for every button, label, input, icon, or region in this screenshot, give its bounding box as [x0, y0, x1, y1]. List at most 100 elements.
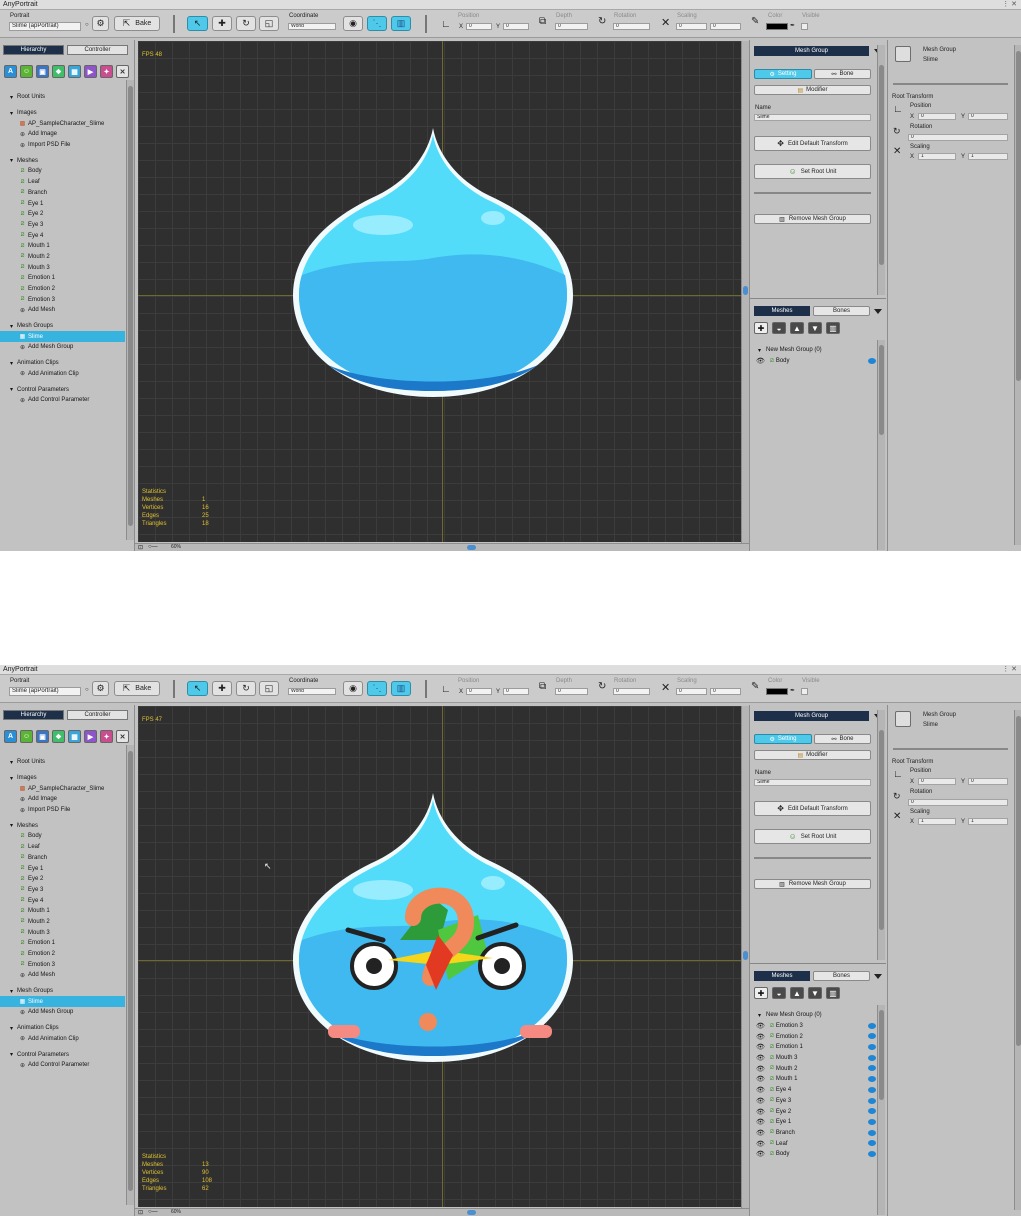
delete-icon[interactable]: ▥ — [826, 322, 840, 334]
move-up-icon[interactable]: ▲ — [790, 987, 804, 999]
visible-checkbox[interactable] — [801, 23, 808, 30]
coordinate-select[interactable]: World — [288, 23, 336, 30]
scrollbar-thumb[interactable] — [128, 751, 133, 1191]
eye-icon[interactable]: 👁 — [756, 1086, 766, 1094]
visibility-dot-icon[interactable] — [868, 1086, 876, 1093]
visibility-dot-icon[interactable] — [868, 1140, 876, 1147]
mesh-item[interactable]: ⧄ Eye 2 — [0, 209, 125, 220]
zoom-slider[interactable]: ○— — [148, 1209, 158, 1215]
zoom-slider[interactable]: ○— — [148, 544, 158, 550]
mesh-item[interactable]: ⧄ Emotion 2 — [0, 284, 125, 295]
name-field[interactable]: Slime — [754, 779, 871, 786]
move-down-icon[interactable]: ▼ — [808, 322, 822, 334]
list-item-image[interactable]: ▩ AP_SampleCharacter_Slime — [0, 783, 125, 794]
add-child-icon[interactable]: ✚ — [754, 987, 768, 999]
editor-canvas[interactable]: FPS 48 Statistics Meshes 1 Vertices 16 Edg… — [138, 41, 741, 542]
animation-filter-icon[interactable]: ▶ — [84, 65, 97, 78]
mesh-item[interactable]: ⧄ Eye 2 — [0, 874, 125, 885]
rotate-tool-button[interactable]: ↻ — [236, 16, 256, 31]
eye-icon[interactable]: 👁 — [756, 1075, 766, 1083]
rotation-field[interactable]: 0 — [613, 23, 650, 30]
mesh-child-item[interactable]: 👁 ⧄ Leaf — [756, 1138, 876, 1149]
mesh-item[interactable]: ⧄ Body — [0, 831, 125, 842]
mesh-item[interactable]: ⧄ Emotion 2 — [0, 949, 125, 960]
section-animation-clips[interactable]: ▾ Animation Clips — [0, 1023, 125, 1034]
section-animation-clips[interactable]: ▾ Animation Clips — [0, 358, 125, 369]
move-up-icon[interactable]: ▲ — [790, 322, 804, 334]
scale-x-field[interactable]: 1 — [918, 818, 956, 825]
mesh-item[interactable]: ⧄ Mouth 1 — [0, 241, 125, 252]
rotate-tool-button[interactable]: ↻ — [236, 681, 256, 696]
visibility-dot-icon[interactable] — [868, 1118, 876, 1125]
mesh-item[interactable]: ⧄ Eye 1 — [0, 198, 125, 209]
mesh-item[interactable]: ⧄ Mouth 3 — [0, 262, 125, 273]
mesh-item[interactable]: ⧄ Eye 1 — [0, 863, 125, 874]
add-animation-clip-button[interactable]: ⊕ Add Animation Clip — [0, 369, 125, 380]
mesh-item[interactable]: ⧄ Body — [0, 166, 125, 177]
select-tool-button[interactable]: ↖ — [187, 681, 208, 696]
visibility-dot-icon[interactable] — [868, 1150, 876, 1157]
add-image-button[interactable]: ⊕ Add Image — [0, 129, 125, 140]
add-mesh-button[interactable]: ⊕ Add Mesh — [0, 970, 125, 981]
portrait-picker-icon[interactable]: ○ — [85, 687, 89, 693]
edit-default-transform-button[interactable]: ✥ Edit Default Transform — [754, 801, 871, 816]
scrollbar-thumb[interactable] — [467, 1210, 476, 1215]
mesh-item[interactable]: ⧄ Mouth 1 — [0, 906, 125, 917]
scrollbar-thumb[interactable] — [1016, 716, 1021, 1046]
scrollbar-thumb[interactable] — [467, 545, 476, 550]
add-control-parameter-button[interactable]: ⊕ Add Control Parameter — [0, 1060, 125, 1071]
mesh-item[interactable]: ⧄ Mouth 3 — [0, 927, 125, 938]
tab-meshes[interactable]: Meshes — [754, 306, 810, 316]
mesh-list-scrollbar[interactable] — [877, 1005, 885, 1215]
bone-toggle[interactable]: ▥ — [391, 16, 411, 31]
eye-icon[interactable]: 👁 — [756, 1097, 766, 1105]
image-filter-icon[interactable]: ▣ — [36, 65, 49, 78]
clear-filter-icon[interactable]: ✕ — [116, 730, 129, 743]
add-child-icon[interactable]: ✚ — [754, 322, 768, 334]
mesh-group-item-slime[interactable]: ▦ Slime — [0, 331, 125, 343]
animation-filter-icon[interactable]: ▶ — [84, 730, 97, 743]
mesh-child-item[interactable]: 👁 ⧄ Body — [756, 356, 876, 367]
edit-default-transform-button[interactable]: ✥ Edit Default Transform — [754, 136, 871, 151]
mesh-item[interactable]: ⧄ Branch — [0, 188, 125, 199]
add-animation-clip-button[interactable]: ⊕ Add Animation Clip — [0, 1034, 125, 1045]
scale-x-field[interactable]: 0 — [676, 23, 707, 30]
tab-controller[interactable]: Controller — [67, 710, 128, 720]
mesh-item[interactable]: ⧄ Leaf — [0, 177, 125, 188]
scrollbar-thumb[interactable] — [743, 286, 748, 295]
scale-y-field[interactable]: 1 — [968, 153, 1008, 160]
visible-checkbox[interactable] — [801, 688, 808, 695]
depth-field[interactable]: 0 — [555, 23, 588, 30]
add-mesh-group-button[interactable]: ⊕ Add Mesh Group — [0, 342, 125, 353]
add-control-parameter-button[interactable]: ⊕ Add Control Parameter — [0, 395, 125, 406]
eye-icon[interactable]: 👁 — [756, 1054, 766, 1062]
pos-y-field[interactable]: 0 — [968, 778, 1008, 785]
root-unit-filter-icon[interactable]: ☺ — [20, 730, 33, 743]
visibility-dot-icon[interactable] — [868, 1033, 876, 1040]
settings-button[interactable]: ⚙ — [92, 681, 109, 696]
visibility-dot-icon[interactable] — [868, 1065, 876, 1072]
inspector-scrollbar[interactable] — [1014, 45, 1021, 545]
collapse-arrow-icon[interactable] — [874, 309, 882, 314]
add-image-button[interactable]: ⊕ Add Image — [0, 794, 125, 805]
section-mesh-groups[interactable]: ▾ Mesh Groups — [0, 986, 125, 997]
settings-button[interactable]: ⚙ — [92, 16, 109, 31]
scale-y-field[interactable]: 0 — [710, 688, 741, 695]
mesh-item[interactable]: ⧄ Emotion 1 — [0, 273, 125, 284]
onion-skin-button[interactable]: ◉ — [343, 681, 363, 696]
mesh-child-item[interactable]: 👁 ⧄ Body — [756, 1149, 876, 1160]
onion-skin-button[interactable]: ◉ — [343, 16, 363, 31]
modifier-button[interactable]: ▤ Modifier — [754, 85, 871, 95]
eye-icon[interactable]: 👁 — [756, 357, 766, 365]
section-images[interactable]: ▾ Images — [0, 773, 125, 784]
pos-x-field[interactable]: 0 — [466, 23, 492, 30]
pos-x-field[interactable]: 0 — [466, 688, 492, 695]
set-root-unit-button[interactable]: ☺ Set Root Unit — [754, 164, 871, 179]
portrait-select[interactable]: Slime (apPortrait) — [9, 687, 81, 696]
mesh-child-item[interactable]: 👁 ⧄ Eye 4 — [756, 1085, 876, 1096]
collapse-arrow-icon[interactable] — [874, 974, 882, 979]
hierarchy-scrollbar[interactable] — [126, 745, 134, 1205]
pos-y-field[interactable]: 0 — [968, 113, 1008, 120]
scrollbar-thumb[interactable] — [743, 951, 748, 960]
mesh-child-item[interactable]: 👁 ⧄ Mouth 1 — [756, 1074, 876, 1085]
